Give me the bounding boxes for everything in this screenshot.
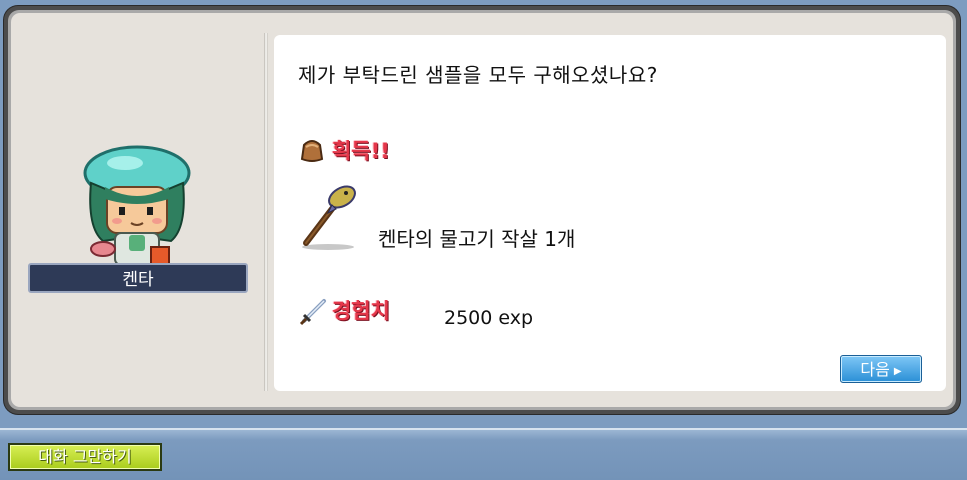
dialog-text-area: 제가 부탁드린 샘플을 모두 구해오셨나요? 획득!! 켄타의 물고기 작살 1… — [274, 35, 946, 391]
reward-item-name: 켄타의 물고기 작살 1개 — [378, 227, 576, 251]
npc-dialog-window: 켄타 제가 부탁드린 샘플을 모두 구해오셨나요? 획득!! 켄타의 물고기 작… — [4, 6, 960, 414]
npc-portrait-panel: 켄타 — [11, 13, 261, 407]
npc-name-plate: 켄타 — [28, 263, 248, 293]
bottom-bar: 대화 그만하기 — [0, 428, 967, 480]
acquire-label: 획득!! — [332, 139, 390, 163]
dialog-question: 제가 부탁드린 샘플을 모두 구해오셨나요? — [298, 63, 658, 87]
next-button[interactable]: 다음 ▶ — [840, 355, 922, 383]
exp-label: 경험치 — [332, 299, 390, 323]
chevron-right-icon: ▶ — [893, 366, 902, 377]
bag-icon — [300, 140, 324, 162]
sword-icon — [299, 299, 326, 326]
npc-portrait — [83, 145, 191, 268]
exp-value: 2500 exp — [444, 307, 534, 329]
fish-harpoon-icon — [302, 185, 356, 250]
next-button-label: 다음 — [860, 360, 890, 379]
end-chat-button[interactable]: 대화 그만하기 — [8, 443, 162, 471]
divider — [264, 33, 268, 391]
